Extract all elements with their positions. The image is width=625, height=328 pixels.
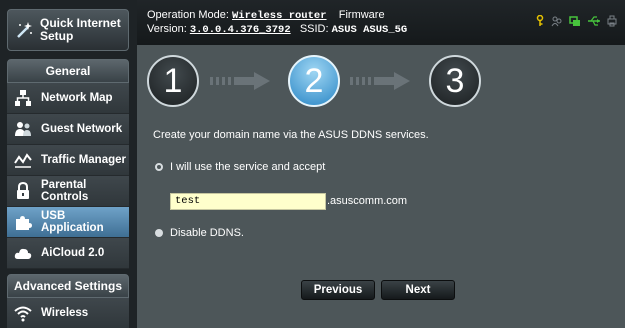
top-header: Operation Mode: Wireless router Firmware… <box>137 0 625 45</box>
ssid-label: SSID: <box>299 23 329 35</box>
domain-suffix: .asuscomm.com <box>327 195 408 207</box>
version-label: Version: <box>147 23 187 35</box>
step-arrow-icon <box>350 72 410 90</box>
clients-icon[interactable] <box>551 14 563 32</box>
quick-internet-setup-label: Quick Internet Setup <box>40 16 121 43</box>
wifi-icon <box>13 303 33 323</box>
sidebar-item-label: Parental Controls <box>41 179 89 203</box>
sidebar-item-label: Traffic Manager <box>41 154 126 166</box>
use-ddns-label: I will use the service and accept <box>170 161 326 173</box>
internet-status-icon[interactable] <box>569 14 581 32</box>
use-ddns-option[interactable]: I will use the service and accept <box>155 161 325 173</box>
disable-ddns-label: Disable DDNS. <box>170 227 244 239</box>
general-menu: Network Map Guest Network Traffic Manage… <box>7 83 129 269</box>
sidebar-item-label: Guest Network <box>41 123 123 135</box>
previous-button[interactable]: Previous <box>301 280 375 300</box>
status-icons <box>535 14 617 32</box>
advanced-menu: Wireless <box>7 298 129 328</box>
firmware-version-link[interactable]: 3.0.0.4.376_3792 <box>190 24 291 36</box>
sidebar-item-usb-application[interactable]: USB Application <box>7 207 129 238</box>
next-button[interactable]: Next <box>381 280 455 300</box>
usb-puzzle-icon <box>13 212 33 232</box>
sidebar-item-traffic-manager[interactable]: Traffic Manager <box>7 145 129 176</box>
step-3-indicator: 3 <box>429 55 481 107</box>
disable-ddns-option[interactable]: Disable DDNS. <box>155 227 244 239</box>
cloud-icon <box>13 243 33 263</box>
sidebar-item-label: USB Application <box>41 210 104 234</box>
network-map-icon <box>13 88 33 108</box>
wizard-steps: 1 2 3 <box>137 45 625 115</box>
sidebar-item-network-map[interactable]: Network Map <box>7 83 129 114</box>
ddns-hostname-input[interactable]: test <box>170 193 326 210</box>
sidebar-item-label: Wireless <box>41 307 89 319</box>
use-ddns-radio[interactable] <box>155 163 163 171</box>
printer-icon[interactable] <box>607 14 617 32</box>
sidebar-item-guest-network[interactable]: Guest Network <box>7 114 129 145</box>
traffic-manager-icon <box>13 150 33 170</box>
general-heading: General <box>7 59 129 83</box>
advanced-settings-heading: Advanced Settings <box>7 274 129 298</box>
operation-mode-line: Operation Mode: Wireless router Firmware <box>147 9 385 22</box>
step-2-indicator: 2 <box>288 55 340 107</box>
guest-network-icon <box>13 119 33 139</box>
sidebar: Quick Internet Setup General Network Map <box>0 0 137 328</box>
key-icon[interactable] <box>535 14 545 32</box>
firmware-label: Firmware <box>338 9 385 21</box>
step-1-indicator: 1 <box>147 55 199 107</box>
usb-status-icon[interactable] <box>587 14 601 32</box>
operation-mode-label: Operation Mode: <box>147 9 229 21</box>
step-arrow-icon <box>210 72 270 90</box>
quick-internet-setup-button[interactable]: Quick Internet Setup <box>7 9 129 51</box>
lock-icon <box>13 181 33 201</box>
version-line: Version: 3.0.0.4.376_3792 SSID: ASUS ASU… <box>147 23 407 36</box>
sidebar-item-label: Network Map <box>41 92 113 104</box>
ssid-value: ASUS ASUS_5G <box>331 24 408 36</box>
ddns-wizard-panel: 1 2 3 Create your domain name via the AS… <box>137 45 625 328</box>
sidebar-item-wireless[interactable]: Wireless <box>7 298 129 328</box>
magic-wand-icon <box>14 20 34 40</box>
sidebar-item-parental-controls[interactable]: Parental Controls <box>7 176 129 207</box>
sidebar-item-label: AiCloud 2.0 <box>41 247 105 259</box>
ddns-instruction: Create your domain name via the ASUS DDN… <box>153 129 429 141</box>
sidebar-item-aicloud[interactable]: AiCloud 2.0 <box>7 238 129 269</box>
disable-ddns-radio[interactable] <box>155 229 163 237</box>
operation-mode-link[interactable]: Wireless router <box>232 10 327 22</box>
